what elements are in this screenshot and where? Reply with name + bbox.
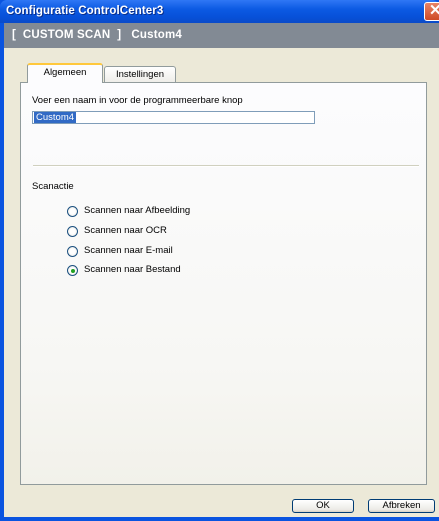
radio-label[interactable]: Scannen naar Bestand [84,264,181,275]
dialog-client-area: [ CUSTOM SCAN ] Custom4 Algemeen Instell… [4,23,439,517]
radio-button-icon[interactable] [67,206,78,217]
header-title: [ CUSTOM SCAN ] Custom4 [12,29,183,41]
tab-panel-general: Voer een naam in voor de programmeerbare… [20,82,427,485]
tab-algemeen[interactable]: Algemeen [27,63,103,83]
radio-label[interactable]: Scannen naar E-mail [84,245,173,256]
ok-button[interactable]: OK [292,499,354,513]
section-divider [33,165,419,167]
radio-label[interactable]: Scannen naar Afbeelding [84,205,190,216]
window-title: Configuratie ControlCenter3 [6,5,164,17]
scan-action-label: Scanactie [32,181,74,192]
button-name-value: Custom4 [34,112,77,123]
close-icon: ✕ [429,2,439,19]
title-bar[interactable]: Configuratie ControlCenter3 ✕ [0,0,439,23]
button-name-label: Voer een naam in voor de programmeerbare… [32,95,243,106]
button-name-input[interactable]: Custom4 [32,111,315,124]
radio-button-icon[interactable] [67,265,78,276]
close-button[interactable]: ✕ [424,2,439,21]
radio-button-icon[interactable] [67,226,78,237]
radio-button-icon[interactable] [67,246,78,257]
cancel-button[interactable]: Afbreken [368,499,435,513]
radio-label[interactable]: Scannen naar OCR [84,225,167,236]
header-band: [ CUSTOM SCAN ] Custom4 [4,23,439,48]
dialog-window: Configuratie ControlCenter3 ✕ [ CUSTOM S… [0,0,439,521]
radio-selected-dot-icon [70,268,75,273]
